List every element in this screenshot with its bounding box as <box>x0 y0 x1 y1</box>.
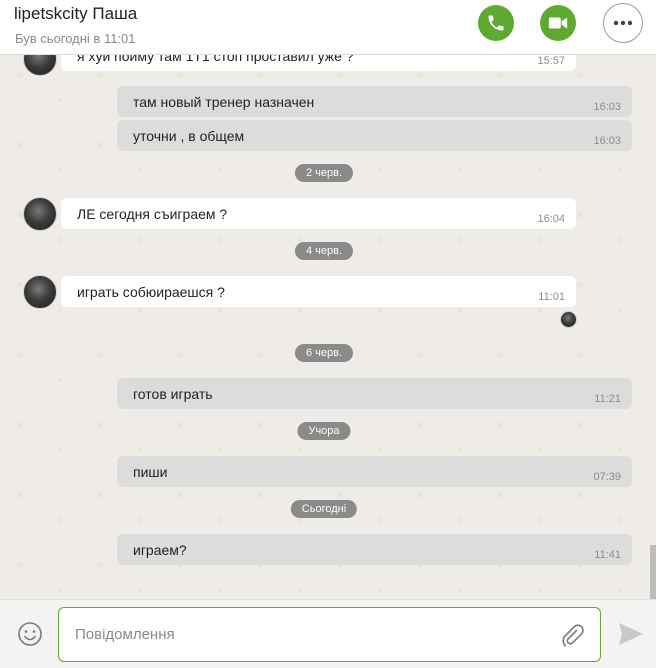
message-time: 11:01 <box>538 291 565 303</box>
message-list[interactable]: я хуй пойму там 1Т1 стоп проставил уже ?… <box>0 55 656 599</box>
message-time: 11:21 <box>594 393 621 405</box>
message-time: 07:39 <box>593 471 621 483</box>
incoming-message[interactable]: ЛЕ сегодня съиграем ? 16:04 <box>61 198 576 229</box>
phone-icon <box>488 15 504 31</box>
incoming-message[interactable]: я хуй пойму там 1Т1 стоп проставил уже ?… <box>61 55 576 71</box>
chat-header: lipetskcity Паша Був сьогодні в 11:01 <box>0 0 656 55</box>
contact-name[interactable]: lipetskcity Паша <box>14 4 137 24</box>
message-time: 15:57 <box>537 55 565 67</box>
contact-avatar[interactable] <box>23 197 57 231</box>
date-separator: 6 черв. <box>294 344 354 362</box>
outgoing-message[interactable]: там новый тренер назначен 16:03 <box>117 86 632 117</box>
message-time: 16:03 <box>593 101 621 113</box>
smiley-icon <box>18 622 42 646</box>
date-separator: 4 черв. <box>294 242 354 260</box>
read-receipt-avatar <box>560 311 577 328</box>
message-time: 11:41 <box>594 549 621 561</box>
date-separator: 2 черв. <box>294 164 354 182</box>
send-arrow-icon <box>619 623 643 645</box>
contact-avatar[interactable] <box>23 275 57 309</box>
last-seen-status: Був сьогодні в 11:01 <box>15 31 136 46</box>
more-options-button[interactable] <box>603 3 643 43</box>
date-separator: Сьогодні <box>290 500 358 518</box>
more-dots-icon <box>613 20 633 26</box>
message-input[interactable] <box>73 625 547 644</box>
outgoing-message[interactable]: играем? 11:41 <box>117 534 632 565</box>
send-button[interactable] <box>617 621 645 652</box>
incoming-message[interactable]: играть собюираешся ? 11:01 <box>61 276 576 307</box>
message-text: играем? <box>133 542 187 558</box>
message-time: 16:03 <box>593 135 621 147</box>
message-text: уточни , в общем <box>133 128 245 144</box>
message-time: 16:04 <box>537 213 565 225</box>
message-text: готов играть <box>133 386 213 402</box>
message-text: играть собюираешся ? <box>77 284 225 300</box>
paperclip-icon <box>562 624 584 647</box>
date-separator: Учора <box>297 422 351 440</box>
emoji-button[interactable] <box>17 621 43 652</box>
scrollbar-thumb[interactable] <box>650 545 656 599</box>
message-input-box[interactable] <box>58 607 601 662</box>
message-text: я хуй пойму там 1Т1 стоп проставил уже ? <box>77 55 354 64</box>
outgoing-message[interactable]: уточни , в общем 16:03 <box>117 120 632 151</box>
message-text: там новый тренер назначен <box>133 94 315 110</box>
video-call-button[interactable] <box>540 5 576 41</box>
message-text: ЛЕ сегодня съиграем ? <box>77 206 228 222</box>
video-camera-icon <box>548 17 568 29</box>
composer-bar <box>0 599 656 668</box>
call-button[interactable] <box>478 5 514 41</box>
message-text: пиши <box>133 464 168 480</box>
attach-button[interactable] <box>559 622 585 653</box>
outgoing-message[interactable]: готов играть 11:21 <box>117 378 632 409</box>
outgoing-message[interactable]: пиши 07:39 <box>117 456 632 487</box>
